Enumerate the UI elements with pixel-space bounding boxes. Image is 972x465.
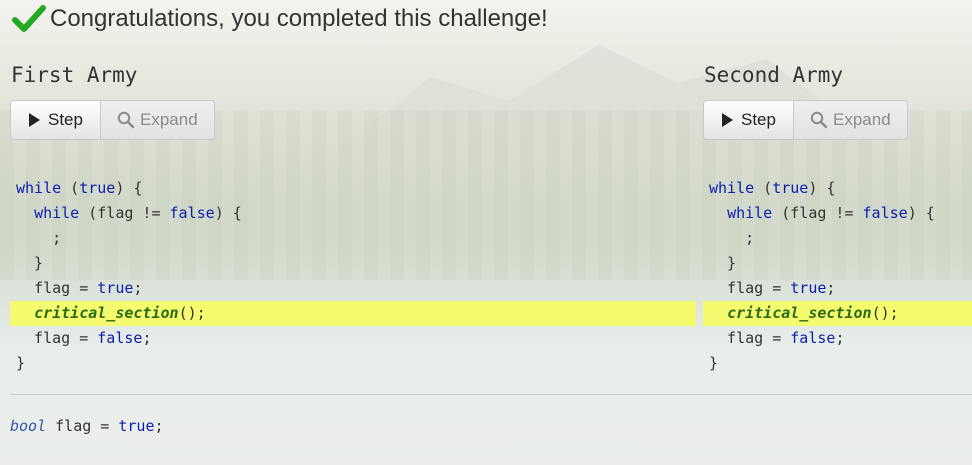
army-title: First Army	[11, 63, 138, 87]
type-keyword: bool	[10, 417, 47, 435]
search-icon	[117, 111, 135, 129]
code-line: flag = true;	[709, 279, 836, 297]
code-line: }	[16, 354, 26, 372]
code-line: }	[709, 354, 719, 372]
code-line: while (flag != false) {	[34, 204, 242, 222]
first-army-panel: First Army Step Expand	[10, 58, 696, 140]
expand-label: Expand	[833, 110, 891, 129]
play-icon	[722, 113, 733, 127]
check-icon	[12, 5, 46, 32]
expand-button[interactable]: Expand	[101, 100, 215, 140]
search-icon	[810, 111, 828, 129]
army-controls: Step Expand	[10, 100, 696, 140]
second-army-code: while (true) { while (flag != false) { ;…	[703, 176, 972, 376]
second-army-panel: Second Army Step Expand	[703, 58, 972, 140]
code-line: flag = false;	[16, 329, 152, 347]
code-line: }	[16, 254, 44, 272]
code-line: ;	[709, 229, 755, 247]
code-line: flag = false;	[709, 329, 845, 347]
play-icon	[29, 113, 40, 127]
success-banner: Congratulations, you completed this chal…	[12, 2, 548, 36]
variable-value: true	[118, 417, 155, 435]
success-message: Congratulations, you completed this chal…	[50, 5, 548, 32]
step-label: Step	[741, 110, 776, 129]
current-line-highlight: critical_section();	[10, 301, 696, 326]
step-button[interactable]: Step	[703, 100, 794, 140]
code-line: ;	[16, 229, 62, 247]
code-line: flag = true;	[16, 279, 143, 297]
divider	[10, 394, 972, 395]
code-line: }	[709, 254, 737, 272]
current-line-highlight: critical_section();	[703, 301, 972, 326]
shared-variables: bool flag = true;	[10, 417, 164, 435]
army-controls: Step Expand	[703, 100, 972, 140]
code-line: while (true) {	[709, 179, 836, 197]
expand-label: Expand	[140, 110, 198, 129]
declaration: flag =	[46, 417, 119, 435]
army-title: Second Army	[704, 63, 844, 87]
code-line: while (flag != false) {	[727, 204, 935, 222]
code-line: while (true) {	[16, 179, 143, 197]
step-button[interactable]: Step	[10, 100, 101, 140]
expand-button[interactable]: Expand	[794, 100, 908, 140]
first-army-code: while (true) { while (flag != false) { ;…	[10, 176, 696, 376]
step-label: Step	[48, 110, 83, 129]
